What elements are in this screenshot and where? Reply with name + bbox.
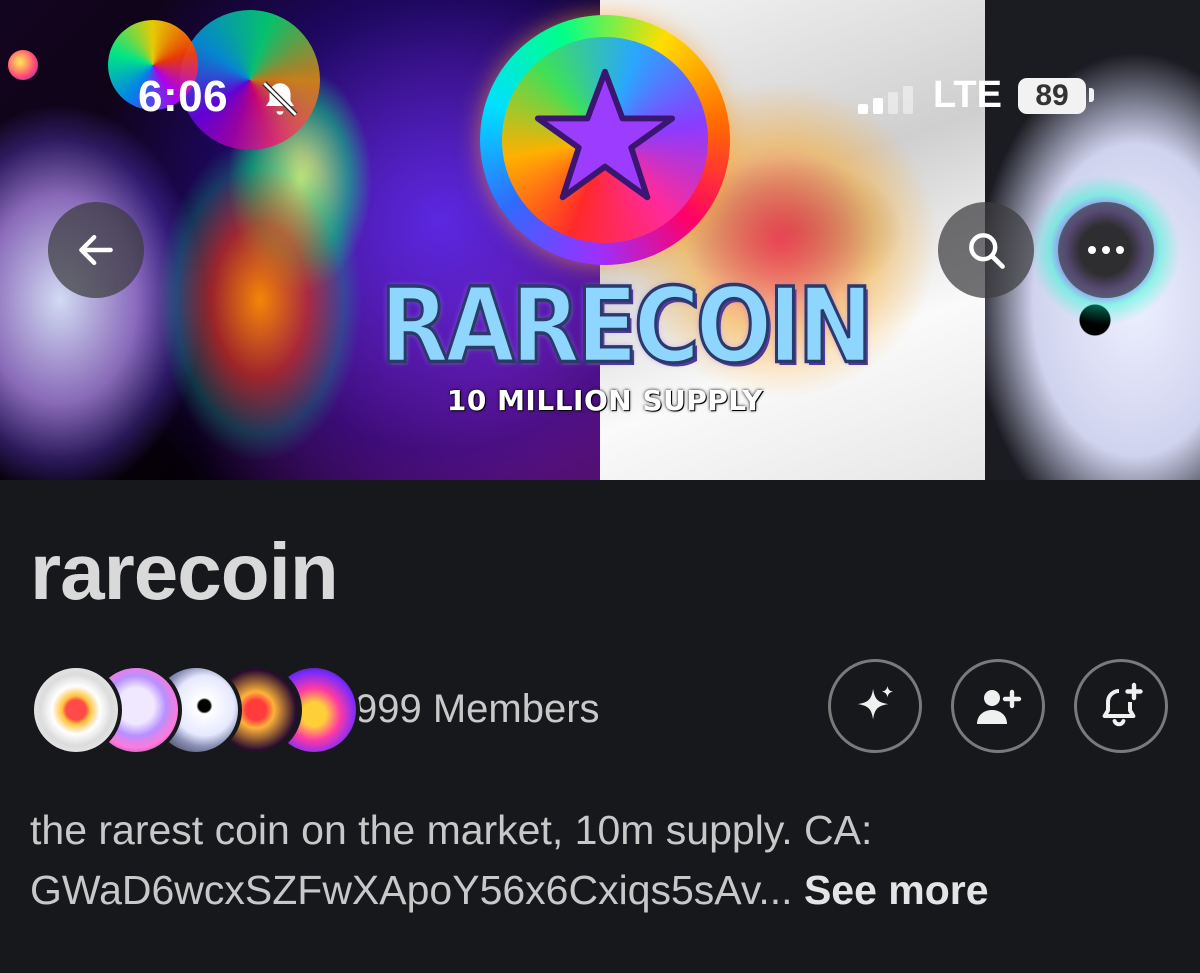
sparkle-icon xyxy=(857,685,894,720)
contract-address: GWaD6wcxSZFwXApoY56x6Cxiqs5sAv... xyxy=(30,867,793,913)
notify-button[interactable] xyxy=(1074,659,1168,753)
battery-cap xyxy=(1089,88,1094,102)
description-line-2: GWaD6wcxSZFwXApoY56x6Cxiqs5sAv... See mo… xyxy=(30,860,1180,920)
banner-title: RARECOIN xyxy=(379,266,875,387)
battery-indicator: 89 xyxy=(1018,78,1086,114)
bell-off-icon xyxy=(262,81,298,117)
member-avatars[interactable] xyxy=(30,664,360,756)
add-user-icon xyxy=(977,689,1022,724)
arrow-left-icon xyxy=(79,234,113,266)
back-button[interactable] xyxy=(48,202,144,298)
join-community-button[interactable] xyxy=(951,659,1045,753)
bell-plus-icon xyxy=(1102,682,1143,727)
more-horizontal-icon xyxy=(1088,246,1124,254)
see-more-link[interactable]: See more xyxy=(804,867,989,913)
status-time: 6:06 xyxy=(138,72,229,121)
sparkle-button[interactable] xyxy=(828,659,922,753)
star-icon xyxy=(534,68,676,201)
description-line: the rarest coin on the market, 10m suppl… xyxy=(30,807,873,853)
banner-star-coin xyxy=(480,15,730,265)
network-type: LTE xyxy=(933,74,1002,116)
search-icon xyxy=(969,233,1005,269)
banner-orb xyxy=(8,50,38,80)
community-name: rarecoin xyxy=(30,527,339,616)
member-count[interactable]: 999 Members xyxy=(355,684,600,734)
more-button[interactable] xyxy=(1058,202,1154,298)
signal-icon xyxy=(858,86,913,114)
community-description: the rarest coin on the market, 10m suppl… xyxy=(30,800,1180,920)
avatar xyxy=(30,664,122,756)
search-button[interactable] xyxy=(938,202,1034,298)
banner-subtitle: 10 MILLION SUPPLY xyxy=(446,384,764,417)
community-banner: RARECOIN 10 MILLION SUPPLY 6:06 LTE 89 xyxy=(0,0,1200,480)
